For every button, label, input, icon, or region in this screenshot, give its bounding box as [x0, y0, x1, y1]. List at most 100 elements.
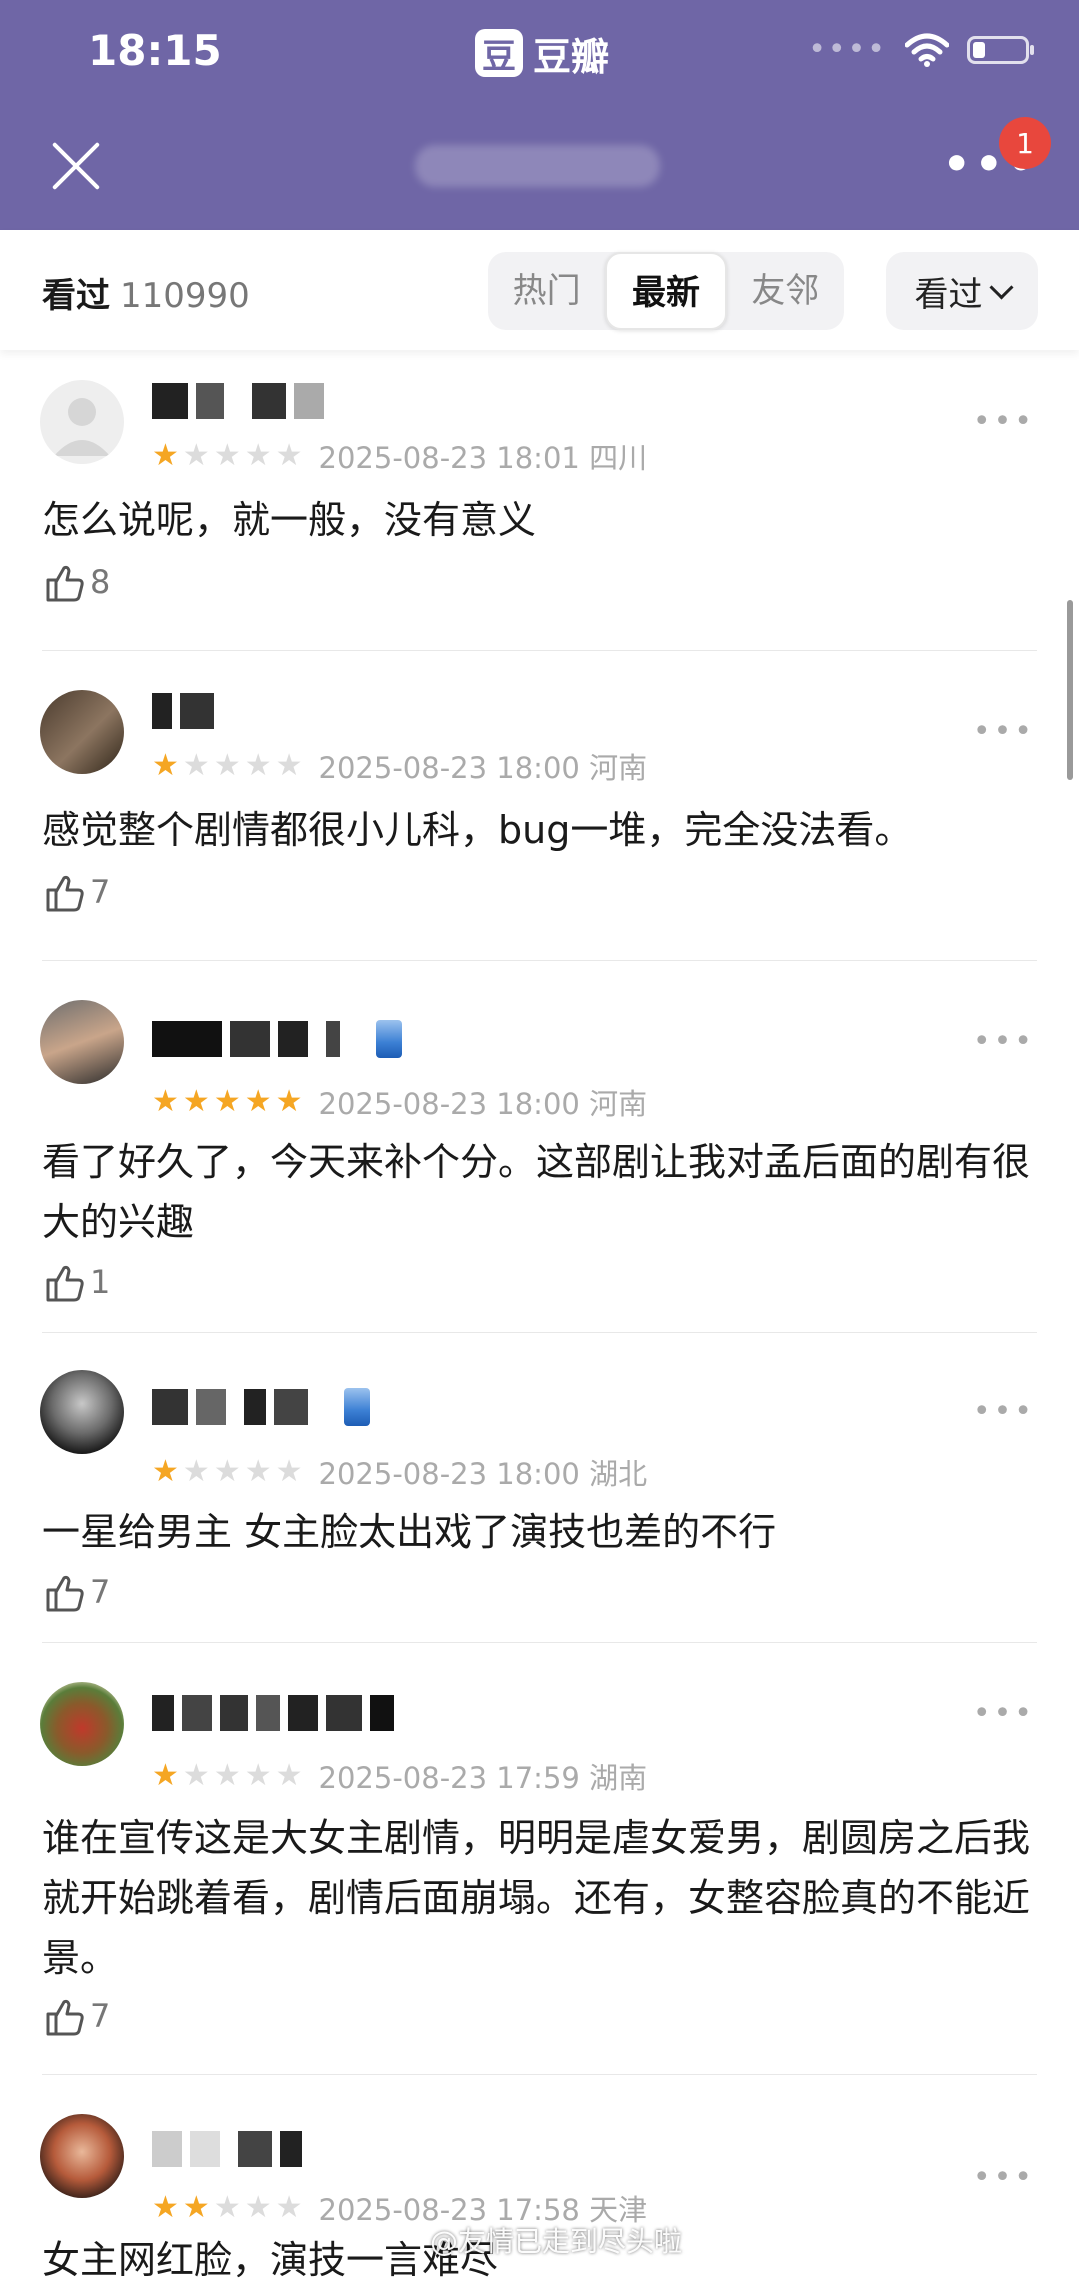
review-meta: ★ ★ ★ ★ ★ 2025-08-23 18:00 河南 [152, 746, 647, 786]
divider [42, 1642, 1037, 1643]
review-meta: ★ ★ ★ ★ ★ 2025-08-23 18:00 河南 [152, 1082, 647, 1122]
rating-stars: ★ ★ ★ ★ ★ [152, 1761, 303, 1791]
rating-stars: ★ ★ ★ ★ ★ [152, 2193, 303, 2223]
review-meta: ★ ★ ★ ★ ★ 2025-08-23 18:00 湖北 [152, 1452, 647, 1492]
star-empty-icon: ★ [213, 1454, 241, 1489]
like-button[interactable]: 7 [42, 1570, 110, 1614]
review-text: 感觉整个剧情都很小儿科，bug一堆，完全没法看。 [42, 808, 913, 852]
review-datetime: 2025-08-23 18:00 河南 [318, 751, 648, 785]
rating-stars: ★ ★ ★ ★ ★ [152, 441, 303, 471]
star-filled-icon: ★ [152, 2190, 179, 2225]
avatar[interactable] [40, 380, 124, 464]
star-empty-icon: ★ [182, 1454, 210, 1489]
star-empty-icon: ★ [244, 2190, 272, 2225]
username-pixelated[interactable] [152, 1018, 402, 1060]
star-empty-icon: ★ [182, 748, 210, 783]
like-count: 7 [90, 1997, 111, 2035]
wifi-icon [905, 33, 949, 67]
review-meta: ★ ★ ★ ★ ★ 2025-08-23 17:59 湖南 [152, 1756, 647, 1796]
review-text: 看了好久了，今天来补个分。这部剧让我对孟后面的剧有很大的兴趣 [42, 1140, 1031, 1244]
tab-friends[interactable]: 友邻 [727, 252, 844, 330]
review-text: 怎么说呢，就一般，没有意义 [42, 498, 537, 542]
tab-latest[interactable]: 最新 [605, 252, 727, 330]
filter-bar: 看过 110990 热门 最新 友邻 看过 [0, 230, 1079, 350]
username-pixelated[interactable] [152, 1386, 370, 1428]
sort-tabs: 热门 最新 友邻 [488, 252, 844, 330]
status-dropdown[interactable]: 看过 [886, 252, 1038, 330]
review-more-button[interactable]: ••• [973, 2160, 1035, 2195]
star-empty-icon: ★ [213, 1758, 241, 1793]
review-text: 一星给男主 女主脸太出戏了演技也差的不行 [42, 1510, 777, 1554]
username-pixelated[interactable] [152, 2128, 302, 2170]
divider [42, 960, 1037, 961]
thumbs-up-icon [46, 1575, 84, 1612]
like-button[interactable]: 8 [42, 560, 110, 604]
rating-stars: ★ ★ ★ ★ ★ [152, 1457, 303, 1487]
avatar[interactable] [40, 1370, 124, 1454]
dropdown-label: 看过 [914, 274, 983, 315]
status-time: 18:15 [88, 26, 222, 75]
username-pixelated[interactable] [152, 380, 324, 422]
thumbs-up-icon [46, 875, 84, 912]
avatar[interactable] [40, 690, 124, 774]
avatar[interactable] [40, 2114, 124, 2198]
rating-stars: ★ ★ ★ ★ ★ [152, 1087, 303, 1117]
watched-label: 看过 [42, 276, 110, 316]
like-count: 7 [90, 1573, 111, 1611]
username-pixelated[interactable] [152, 1692, 394, 1734]
review-more-button[interactable]: ••• [973, 1024, 1035, 1059]
star-empty-icon: ★ [182, 438, 210, 473]
star-empty-icon: ★ [244, 438, 272, 473]
scrollbar[interactable] [1067, 600, 1073, 780]
review-more-button[interactable]: ••• [973, 1394, 1035, 1429]
like-button[interactable]: 1 [42, 1260, 110, 1304]
star-filled-icon: ★ [152, 438, 179, 473]
like-count: 8 [90, 563, 111, 601]
top-bar: 18:15 豆 豆瓣 •••• ••• [0, 0, 1079, 230]
star-empty-icon: ★ [244, 748, 272, 783]
username-pixelated[interactable] [152, 690, 214, 732]
star-filled-icon: ★ [182, 1084, 210, 1119]
watched-header: 看过 110990 [42, 268, 250, 317]
star-filled-icon: ★ [152, 748, 179, 783]
review-datetime: 2025-08-23 18:01 四川 [318, 441, 648, 475]
avatar[interactable] [40, 1000, 124, 1084]
star-empty-icon: ★ [213, 2190, 241, 2225]
star-empty-icon: ★ [275, 2190, 303, 2225]
review-more-button[interactable]: ••• [973, 404, 1035, 439]
star-filled-icon: ★ [275, 1084, 303, 1119]
user-badge-icon [344, 1388, 370, 1426]
battery-icon [967, 35, 1034, 64]
app-brand: 豆 豆瓣 [475, 26, 609, 80]
review-meta: ★ ★ ★ ★ ★ 2025-08-23 18:01 四川 [152, 436, 647, 476]
douban-logo-icon: 豆 [475, 29, 523, 77]
divider [42, 2074, 1037, 2075]
star-empty-icon: ★ [182, 1758, 210, 1793]
divider [42, 1332, 1037, 1333]
like-count: 7 [90, 873, 111, 911]
status-icons: •••• [808, 32, 1034, 67]
review-datetime: 2025-08-23 18:00 湖北 [318, 1457, 648, 1491]
review-more-button[interactable]: ••• [973, 1696, 1035, 1731]
star-filled-icon: ★ [152, 1084, 179, 1119]
star-filled-icon: ★ [244, 1084, 272, 1119]
star-empty-icon: ★ [275, 1758, 303, 1793]
star-empty-icon: ★ [213, 748, 241, 783]
star-filled-icon: ★ [182, 2190, 210, 2225]
avatar[interactable] [40, 1682, 124, 1766]
review-text: 谁在宣传这是大女主剧情，明明是虐女爱男，剧圆房之后我就开始跳着看，剧情后面崩塌。… [42, 1816, 1031, 1980]
signal-icon: •••• [808, 32, 887, 67]
notification-badge: 1 [999, 117, 1051, 169]
app-name: 豆瓣 [533, 34, 610, 79]
tab-hot[interactable]: 热门 [488, 252, 605, 330]
star-empty-icon: ★ [275, 438, 303, 473]
thumbs-up-icon [46, 1265, 84, 1302]
review-more-button[interactable]: ••• [973, 714, 1035, 749]
star-empty-icon: ★ [275, 748, 303, 783]
star-empty-icon: ★ [244, 1758, 272, 1793]
close-button[interactable] [50, 140, 102, 192]
like-button[interactable]: 7 [42, 870, 110, 914]
review-datetime: 2025-08-23 18:00 河南 [318, 1087, 648, 1121]
like-button[interactable]: 7 [42, 1994, 110, 2038]
watched-count: 110990 [120, 276, 250, 316]
